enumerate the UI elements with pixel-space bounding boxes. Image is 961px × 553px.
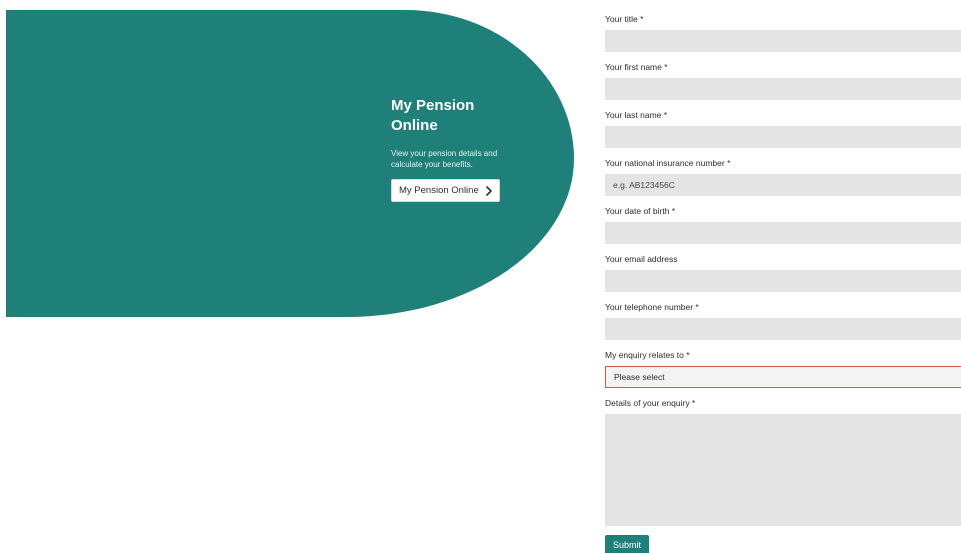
- enquiry-form: Your title * Your first name * Your last…: [605, 12, 961, 553]
- email-input[interactable]: [605, 270, 961, 292]
- field-date-of-birth: Your date of birth *: [605, 204, 961, 252]
- promo-title: My Pension Online: [391, 97, 475, 134]
- submit-button[interactable]: Submit: [605, 535, 650, 553]
- enquiry-type-select[interactable]: Please select: [605, 366, 961, 388]
- date-of-birth-input[interactable]: [605, 222, 961, 244]
- telephone-label: Your telephone number *: [605, 302, 699, 312]
- field-telephone: Your telephone number *: [605, 300, 961, 348]
- field-email: Your email address: [605, 252, 961, 300]
- last-name-label: Your last name *: [605, 110, 668, 120]
- date-of-birth-label: Your date of birth *: [605, 206, 676, 216]
- email-label: Your email address: [605, 254, 678, 264]
- enquiry-details-textarea[interactable]: [605, 414, 961, 526]
- promo-content: My Pension Online View your pension deta…: [391, 96, 521, 202]
- enquiry-type-selected: Please select: [614, 372, 665, 382]
- field-title: Your title *: [605, 12, 961, 60]
- first-name-input[interactable]: [605, 78, 961, 100]
- pension-promo-panel: My Pension Online View your pension deta…: [6, 10, 574, 317]
- my-pension-online-button[interactable]: My Pension Online: [391, 179, 500, 202]
- chevron-right-icon: [485, 185, 492, 196]
- field-first-name: Your first name *: [605, 60, 961, 108]
- page: My Pension Online View your pension deta…: [0, 0, 961, 553]
- ni-number-input[interactable]: [605, 174, 961, 196]
- enquiry-details-label: Details of your enquiry *: [605, 398, 696, 408]
- field-enquiry-details: Details of your enquiry *: [605, 396, 961, 526]
- last-name-input[interactable]: [605, 126, 961, 148]
- field-ni-number: Your national insurance number *: [605, 156, 961, 204]
- field-enquiry-type: My enquiry relates to * Please select: [605, 348, 961, 396]
- promo-description: View your pension details and calculate …: [391, 149, 498, 169]
- field-last-name: Your last name *: [605, 108, 961, 156]
- first-name-label: Your first name *: [605, 62, 668, 72]
- title-label: Your title *: [605, 14, 644, 24]
- promo-button-label: My Pension Online: [399, 185, 479, 196]
- title-input[interactable]: [605, 30, 961, 52]
- ni-number-label: Your national insurance number *: [605, 158, 731, 168]
- telephone-input[interactable]: [605, 318, 961, 340]
- enquiry-type-label: My enquiry relates to *: [605, 350, 690, 360]
